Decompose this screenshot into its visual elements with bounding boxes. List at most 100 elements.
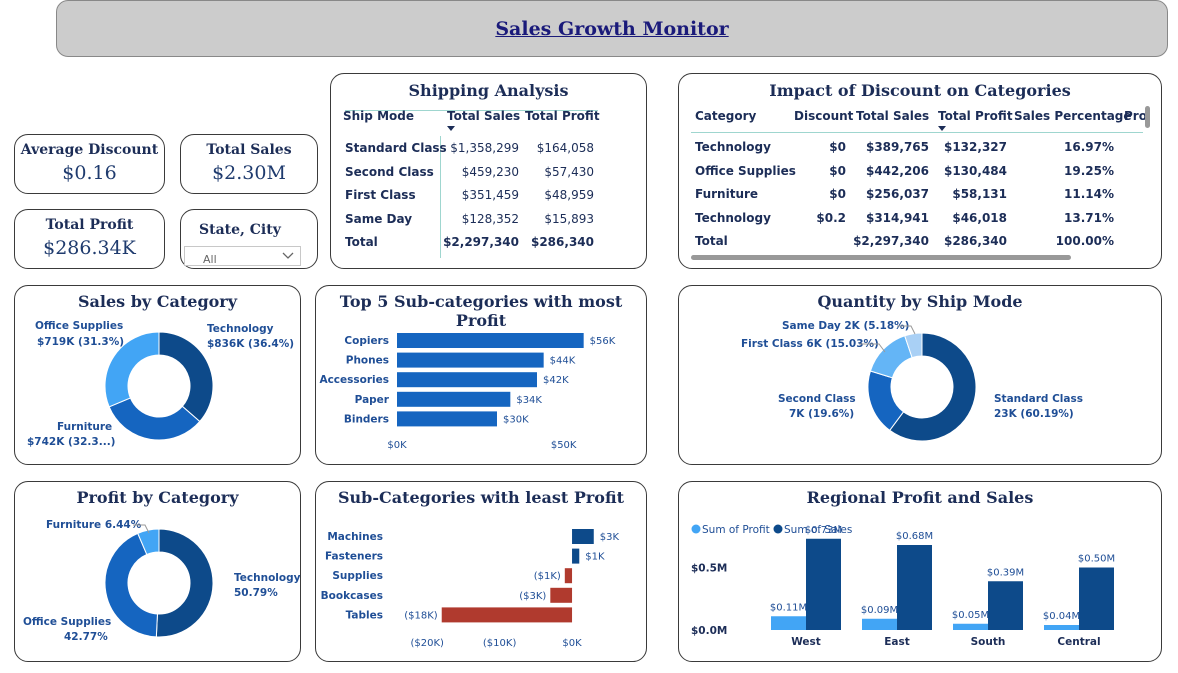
cell-total-sales: $459,230 — [461, 165, 519, 179]
bar-sum-of-profit-west[interactable] — [771, 616, 806, 630]
table-header-total-sales[interactable]: Total Sales — [447, 109, 520, 123]
table-row[interactable]: Office Supplies $0 $442,206 $130,484 19.… — [679, 164, 1149, 182]
kpi-total-profit: Total Profit $286.34K — [14, 209, 165, 269]
bar-copiers[interactable] — [397, 333, 584, 348]
table-header-category[interactable]: Category — [695, 109, 756, 123]
table-header-ship-mode[interactable]: Ship Mode — [343, 109, 414, 123]
data-label: $0.73M — [805, 525, 842, 536]
bar-machines[interactable] — [572, 529, 594, 544]
cell-total-profit: $46,018 — [952, 211, 1007, 225]
label-furniture-value: $742K (32.3...) — [27, 436, 116, 448]
cell-sales-percentage: 19.25% — [1064, 164, 1114, 178]
page-title[interactable]: Sales Growth Monitor — [495, 18, 728, 40]
table-header-sales-percentage[interactable]: Sales Percentage — [1014, 109, 1132, 123]
cell-discount: $0 — [829, 140, 846, 154]
data-label: $44K — [550, 356, 576, 367]
cell-total-profit: $15,893 — [544, 212, 594, 226]
category-label: Supplies — [332, 570, 383, 582]
bar-sum-of-sales-central[interactable] — [1079, 567, 1114, 631]
bar-paper[interactable] — [397, 391, 511, 407]
table-row[interactable]: Standard Class $1,358,299 $164,058 — [331, 141, 611, 159]
sort-desc-icon[interactable] — [938, 126, 946, 131]
cell-total-profit: $57,430 — [544, 165, 594, 179]
kpi-label: Total Profit — [45, 217, 134, 233]
category-label: Copiers — [344, 335, 389, 347]
cell-total-sales: $1,358,299 — [450, 141, 519, 155]
discount-impact-card: Impact of Discount on Categories Categor… — [678, 73, 1162, 269]
bar-sum-of-sales-west[interactable] — [806, 538, 841, 630]
bar-phones[interactable] — [397, 352, 544, 368]
table-row[interactable]: Technology $0.2 $314,941 $46,018 13.71% — [679, 211, 1149, 229]
y-tick-label: $0.5M — [691, 563, 727, 575]
table-header-truncated[interactable]: Pro — [1124, 109, 1147, 123]
data-label: $34K — [516, 395, 542, 406]
category-label: Paper — [355, 394, 390, 406]
bar-supplies[interactable] — [564, 568, 573, 584]
legend-label[interactable]: Sum of Profit — [702, 524, 770, 536]
horizontal-scrollbar[interactable] — [691, 255, 1071, 260]
legend-marker — [773, 524, 783, 534]
category-label: Tables — [346, 609, 383, 621]
bar-sum-of-profit-south[interactable] — [953, 623, 988, 630]
bar-sum-of-sales-south[interactable] — [988, 581, 1023, 630]
x-tick-label: ($10K) — [483, 638, 517, 649]
y-tick-label: $0.0M — [691, 625, 727, 637]
bar-bookcases[interactable] — [550, 587, 573, 603]
cell-total-sales: $314,941 — [865, 211, 929, 225]
cell-category: Technology — [695, 140, 771, 154]
table-row[interactable]: First Class $351,459 $48,959 — [331, 188, 611, 206]
quantity-by-ship-mode-card: Quantity by Ship Mode Same Day 2K (5.18%… — [678, 285, 1162, 465]
cell-total-sales: $442,206 — [865, 164, 929, 178]
bar-binders[interactable] — [397, 411, 497, 427]
data-label: $0.11M — [770, 602, 807, 613]
cell-total-sales: $128,352 — [461, 212, 519, 226]
legend-marker — [691, 524, 701, 534]
category-label: Binders — [344, 413, 389, 425]
cell-total-profit: $286,340 — [530, 235, 594, 249]
regional-bar-chart[interactable]: Sum of Profit Sum of Sales$0.0M$0.5M$0.11… — [679, 518, 1161, 658]
cell-discount: $0 — [829, 187, 846, 201]
cell-category: Furniture — [695, 187, 759, 201]
table-header-total-profit[interactable]: Total Profit — [938, 109, 1013, 123]
leader-lines — [133, 524, 150, 534]
category-label: Fasteners — [325, 551, 383, 563]
card-title: Regional Profit and Sales — [806, 488, 1034, 507]
cell-sales-percentage: 16.97% — [1064, 140, 1114, 154]
bar-fasteners[interactable] — [572, 548, 580, 564]
cell-sales-percentage: 13.71% — [1064, 211, 1114, 225]
data-label: $0.50M — [1078, 554, 1115, 565]
kpi-label: Average Discount — [20, 142, 159, 158]
bar-tables[interactable] — [441, 607, 573, 623]
top5-bar-chart[interactable]: Copiers $56K Phones $44K Accessories $42K Pape… — [316, 324, 646, 454]
table-header-discount[interactable]: Discount — [794, 109, 853, 123]
data-label: $0.39M — [987, 567, 1024, 578]
bar-accessories[interactable] — [397, 372, 537, 388]
data-label: $0.68M — [896, 531, 933, 542]
bar-sum-of-profit-east[interactable] — [862, 618, 897, 630]
table-header-total-profit[interactable]: Total Profit — [525, 109, 600, 123]
bar-sum-of-profit-central[interactable] — [1044, 625, 1079, 630]
table-row[interactable]: Same Day $128,352 $15,893 — [331, 212, 611, 230]
donut-slice-technology[interactable] — [158, 331, 214, 423]
table-header-total-sales[interactable]: Total Sales — [856, 109, 929, 123]
cell-total-profit: $286,340 — [943, 234, 1007, 248]
data-label: $30K — [503, 414, 529, 425]
table-row[interactable]: Furniture $0 $256,037 $58,131 11.14% — [679, 187, 1149, 205]
label-office-supplies-value: $719K (31.3%) — [37, 336, 125, 348]
table-row[interactable]: Technology $0 $389,765 $132,327 16.97% — [679, 140, 1149, 158]
sort-desc-icon[interactable] — [447, 126, 455, 131]
slicer-dropdown[interactable]: All — [184, 246, 301, 266]
card-title: Sales by Category — [77, 292, 238, 311]
table-row[interactable]: Second Class $459,230 $57,430 — [331, 165, 611, 183]
cell-total-profit: $132,327 — [943, 140, 1007, 154]
cell-ship-mode: First Class — [345, 188, 416, 202]
bar-sum-of-sales-east[interactable] — [897, 545, 932, 630]
cell-sales-percentage: 100.00% — [1055, 234, 1114, 248]
vertical-scrollbar[interactable] — [1145, 106, 1150, 128]
cell-total-sales: $2,297,340 — [443, 235, 519, 249]
cell-ship-mode: Second Class — [345, 165, 434, 179]
least-profit-bar-chart[interactable]: Machines $3K Fasteners $1K Supplies ($1K) Book… — [316, 520, 646, 655]
x-category-label: West — [791, 636, 821, 648]
card-title: Shipping Analysis — [408, 81, 569, 100]
data-label: $0.05M — [952, 610, 989, 621]
